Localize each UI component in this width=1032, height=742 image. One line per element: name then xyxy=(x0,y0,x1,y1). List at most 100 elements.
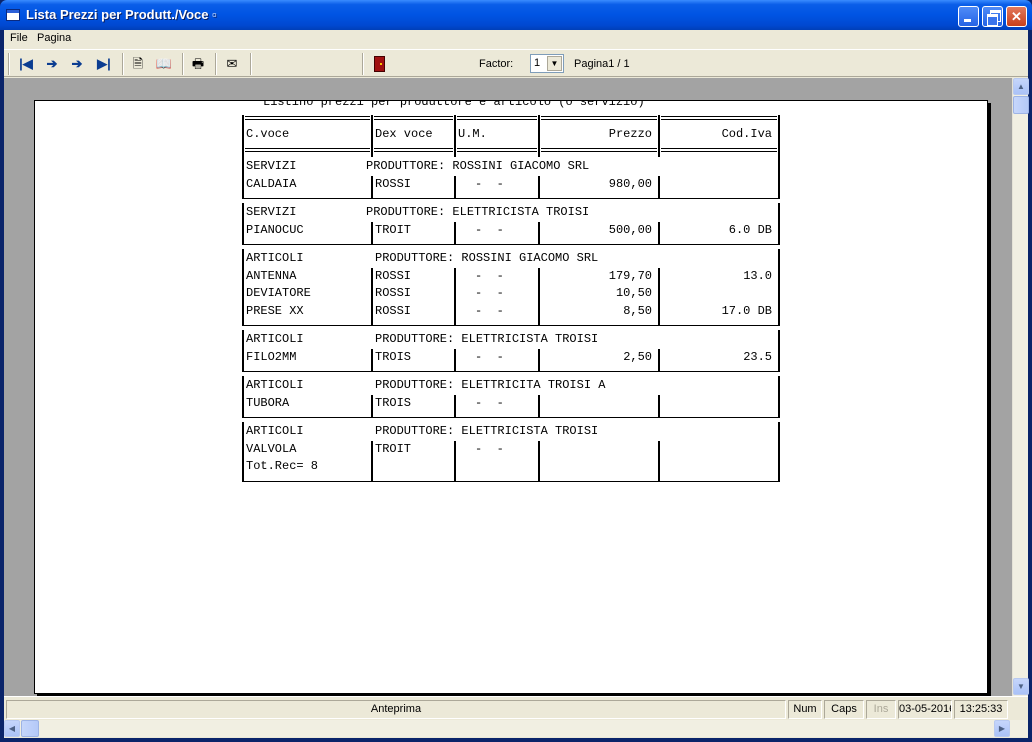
close-button[interactable]: ✕ xyxy=(1006,6,1027,27)
scroll-down-button[interactable]: ▼ xyxy=(1013,678,1029,695)
chevron-down-icon[interactable]: ▼ xyxy=(547,56,562,71)
group-producer: PRODUTTORE: ELETTRICISTA TROISI xyxy=(366,205,590,219)
column-header: U.M. xyxy=(458,127,487,141)
cell-um: - - xyxy=(475,268,504,283)
scroll-left-button[interactable]: ◀ xyxy=(4,720,20,737)
minimize-button[interactable] xyxy=(958,6,979,27)
cell-um: - - xyxy=(475,286,504,300)
table-border-left xyxy=(242,115,244,157)
horizontal-scrollbar[interactable]: ◀ ▶ xyxy=(4,720,1028,737)
table-bottom-rule xyxy=(660,480,778,482)
header-rule-top xyxy=(541,116,657,120)
header-rule-top xyxy=(374,116,453,120)
window-title: Lista Prezzi per Produtt./Voce ▫ xyxy=(26,7,217,22)
title-bar[interactable]: Lista Prezzi per Produtt./Voce ▫ ✕ xyxy=(0,0,1032,30)
menu-pagina[interactable]: Pagina xyxy=(37,32,71,44)
restore-button[interactable] xyxy=(982,6,1003,27)
column-divider xyxy=(658,394,660,418)
toolbar-separator xyxy=(215,53,217,75)
group-producer: PRODUTTORE: ELETTRICITA TROISI A xyxy=(375,378,606,392)
column-divider xyxy=(454,221,456,245)
cell-code: CALDAIA xyxy=(246,176,297,191)
column-divider xyxy=(371,440,373,482)
column-divider xyxy=(538,175,540,199)
group-separator xyxy=(242,417,780,418)
header-rule-bottom xyxy=(374,148,453,152)
two-pages-icon[interactable]: 📖 xyxy=(154,54,174,74)
menu-file[interactable]: File xyxy=(10,32,28,44)
group-category: ARTICOLI xyxy=(246,424,304,438)
exit-door-icon[interactable] xyxy=(374,56,385,72)
group-separator xyxy=(242,198,780,199)
column-header: Prezzo xyxy=(608,127,652,141)
print-preview-area[interactable]: Listino prezzi per produttore e articolo… xyxy=(4,78,1012,696)
table-border-left xyxy=(242,330,244,372)
column-divider xyxy=(658,348,660,372)
status-mode: Anteprima xyxy=(6,700,786,719)
column-divider xyxy=(538,440,540,482)
cell-dex: TROIT xyxy=(375,441,412,456)
status-ins: Ins xyxy=(866,700,896,719)
table-border-right xyxy=(778,330,780,372)
cell-code: ANTENNA xyxy=(246,268,297,283)
scroll-up-button[interactable]: ▲ xyxy=(1013,78,1029,95)
export-icon[interactable]: ✉ xyxy=(222,54,242,74)
header-rule-bottom xyxy=(457,148,537,152)
header-divider xyxy=(454,115,456,157)
cell-price: 500,00 xyxy=(608,222,652,237)
printer-icon[interactable]: 🖶 xyxy=(188,54,208,74)
column-header: Dex voce xyxy=(375,127,433,141)
cell-code: FILO2MM xyxy=(246,349,297,364)
table-border-right xyxy=(778,249,780,326)
column-divider xyxy=(538,267,540,326)
single-page-icon[interactable]: 🗎 xyxy=(128,54,148,74)
table-bottom-rule xyxy=(244,480,371,482)
table-border-right xyxy=(778,376,780,418)
toolbar-separator xyxy=(250,53,252,75)
cell-code: PIANOCUC xyxy=(246,222,304,237)
column-divider xyxy=(454,175,456,199)
group-category: SERVIZI xyxy=(246,205,297,219)
group-separator xyxy=(242,371,780,372)
column-header: C.voce xyxy=(246,127,290,141)
scroll-right-button[interactable]: ▶ xyxy=(994,720,1010,737)
app-window: Lista Prezzi per Produtt./Voce ▫ ✕ File … xyxy=(0,0,1032,742)
toolbar-separator xyxy=(122,53,124,75)
menu-bar: File Pagina xyxy=(4,30,1028,48)
report-title: Listino prezzi per produttore e articolo… xyxy=(263,100,645,109)
factor-select[interactable]: 1 ▼ xyxy=(530,54,564,73)
column-divider xyxy=(371,175,373,199)
column-divider xyxy=(658,175,660,199)
column-divider xyxy=(454,348,456,372)
header-rule-top xyxy=(661,116,777,120)
cell-price: 10,50 xyxy=(615,286,652,300)
column-divider xyxy=(538,348,540,372)
toolbar-separator xyxy=(362,53,364,75)
status-bar: Anteprima Num Caps Ins 03-05-2016 13:25:… xyxy=(4,696,1028,720)
last-page-icon[interactable]: ▶| xyxy=(94,54,114,74)
cell-iva: 23.5 xyxy=(743,349,772,364)
scroll-thumb[interactable] xyxy=(1013,96,1029,114)
toolbar: |◀ ➔ ➔ ▶| 🗎 📖 🖶 ✉ Factor: 1 ▼ Pagina1 / … xyxy=(4,49,1028,77)
column-divider xyxy=(538,221,540,245)
cell-dex: ROSSI xyxy=(375,303,412,318)
cell-price: 980,00 xyxy=(608,176,652,191)
vertical-scrollbar[interactable]: ▲ ▼ xyxy=(1012,78,1029,696)
app-window-icon[interactable] xyxy=(6,9,20,21)
cell-um: - - xyxy=(475,303,504,318)
cell-price: 8,50 xyxy=(623,303,652,318)
cell-code: PRESE XX xyxy=(246,303,304,318)
column-divider xyxy=(538,394,540,418)
column-divider xyxy=(658,221,660,245)
column-divider xyxy=(658,440,660,482)
factor-label: Factor: xyxy=(479,58,514,70)
table-border-left xyxy=(242,203,244,245)
prev-page-icon[interactable]: ➔ xyxy=(42,54,62,74)
status-caps: Caps xyxy=(824,700,864,719)
h-scroll-thumb[interactable] xyxy=(21,720,39,737)
cell-dex: TROIS xyxy=(375,395,412,410)
cell-um: - - xyxy=(475,395,504,410)
next-page-icon[interactable]: ➔ xyxy=(67,54,87,74)
cell-code: DEVIATORE xyxy=(246,286,311,300)
first-page-icon[interactable]: |◀ xyxy=(16,54,36,74)
